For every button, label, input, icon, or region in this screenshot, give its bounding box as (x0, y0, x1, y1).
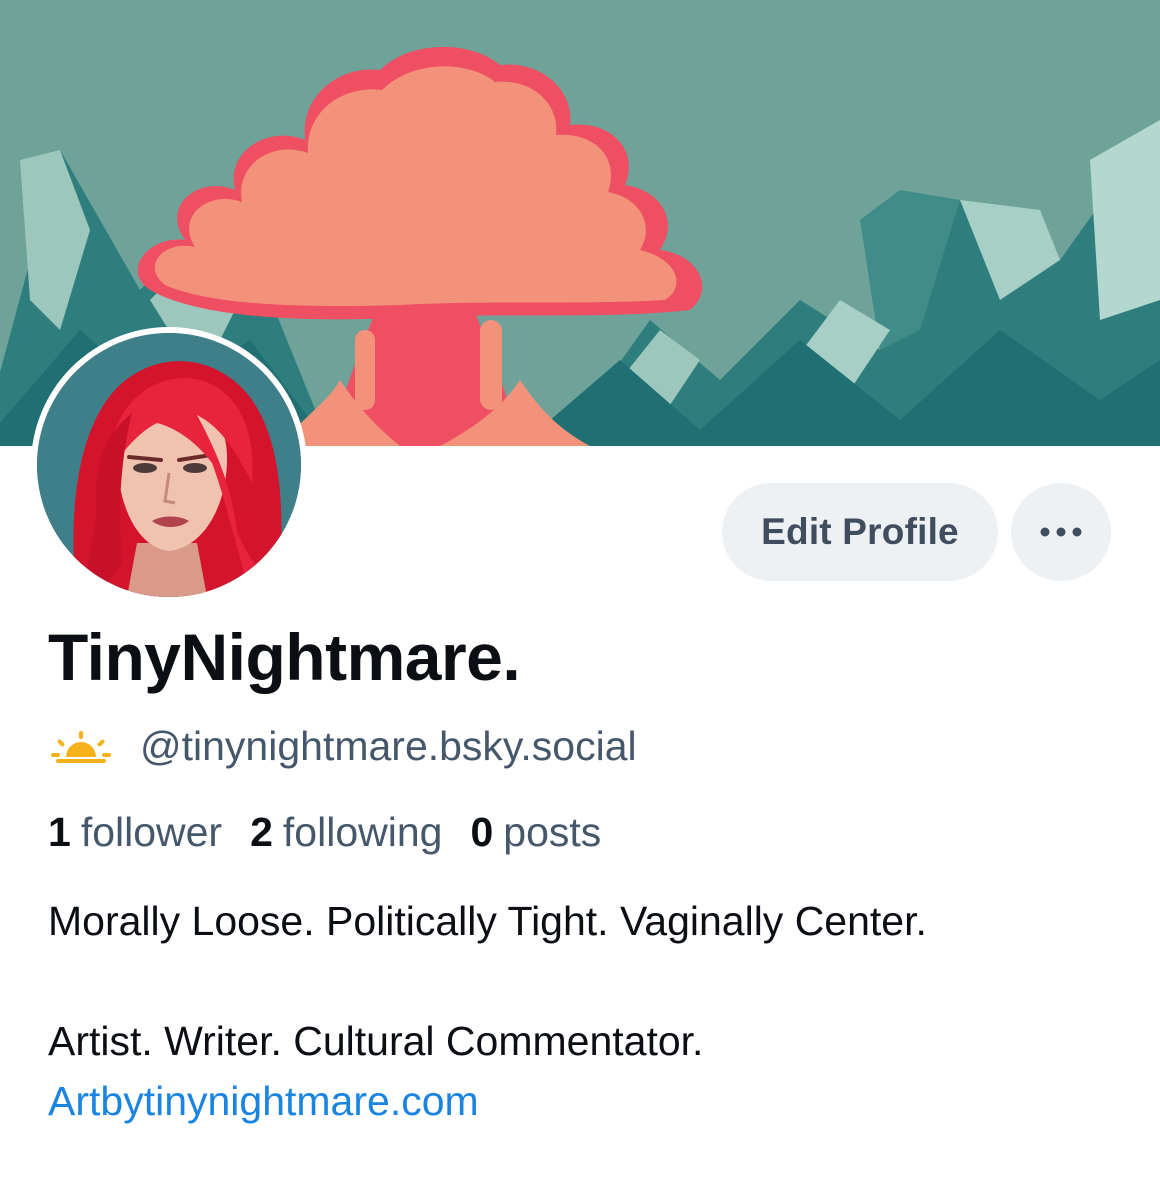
followers-count: 1 (48, 808, 71, 855)
following-count: 2 (250, 808, 273, 855)
sun-emoji-icon (51, 731, 111, 763)
bio-line-2: Artist. Writer. Cultural Commentator. (48, 1018, 704, 1064)
avatar[interactable] (31, 327, 307, 603)
more-options-button[interactable] (1011, 483, 1111, 581)
ellipsis-icon (1040, 527, 1082, 537)
posts-label: posts (503, 808, 602, 855)
bio-line-1: Morally Loose. Politically Tight. Vagina… (48, 898, 927, 944)
following-label: following (282, 808, 443, 855)
following-stat[interactable]: 2 following (250, 809, 442, 856)
handle-row: @tinynightmare.bsky.social (50, 718, 637, 774)
user-handle: @tinynightmare.bsky.social (140, 722, 637, 769)
followers-stat[interactable]: 1 follower (48, 809, 222, 856)
posts-stat: 0 posts (470, 809, 601, 856)
avatar-image (37, 333, 301, 597)
followers-label: follower (80, 808, 223, 855)
display-name: TinyNightmare. (48, 620, 521, 694)
profile-stats: 1 follower 2 following 0 posts (48, 804, 629, 860)
posts-count: 0 (470, 808, 494, 855)
website-link[interactable]: Artbytinynightmare.com (48, 1078, 479, 1125)
edit-profile-button[interactable]: Edit Profile (722, 483, 998, 581)
